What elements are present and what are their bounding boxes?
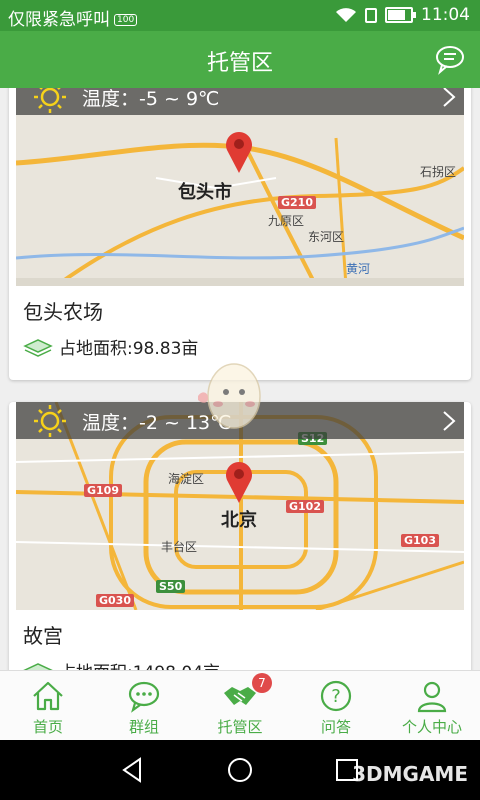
- farm-card[interactable]: 包头市 石拐区 九原区 东河区 黄河 G210 温度：-5 ~ 9℃ 包头农场 …: [9, 88, 471, 380]
- farm-area: 占地面积:98.83亩: [23, 334, 198, 359]
- tab-label: 群组: [128, 718, 159, 736]
- map-district-label: 海淀区: [168, 472, 205, 486]
- chevron-right-icon[interactable]: [442, 410, 456, 432]
- map-city-label: 包头市: [178, 182, 232, 203]
- farm-map[interactable]: 包头市 石拐区 九原区 东河区 黄河 G210 温度：-5 ~ 9℃: [16, 88, 464, 286]
- hd-badge: 100: [114, 14, 138, 26]
- farm-name: 包头农场: [23, 300, 103, 324]
- group-chat-icon: [128, 681, 160, 713]
- farm-area: 占地面积:1498.04亩: [23, 658, 220, 670]
- map-road-shield: G030: [96, 594, 134, 607]
- map-district-label: 九原区: [268, 214, 305, 228]
- tab-label: 托管区: [217, 718, 263, 736]
- sun-icon: [34, 405, 66, 437]
- farm-map[interactable]: 北京 海淀区 丰台区 G109 G102 G103 G030 S50 S12: [16, 402, 464, 610]
- map-road-shield: G109: [84, 484, 122, 497]
- farm-name: 故宫: [23, 624, 63, 648]
- weather-bar: 温度：-5 ~ 9℃: [16, 88, 464, 115]
- clock: 11:04: [421, 5, 470, 25]
- tab-group[interactable]: 群组: [96, 671, 192, 741]
- farm-area-text: 占地面积:98.83亩: [59, 339, 199, 359]
- sim-icon: [365, 7, 377, 23]
- battery-icon: [385, 7, 416, 23]
- home-icon: [33, 681, 63, 711]
- wifi-icon: [336, 8, 356, 22]
- map-road-shield: S50: [156, 580, 186, 593]
- map-pin-icon: [226, 462, 252, 503]
- tab-profile[interactable]: 个人中心: [384, 671, 480, 741]
- map-road-shield: G102: [286, 500, 324, 513]
- status-bar: 仅限紧急呼叫 100 11:04: [0, 0, 480, 31]
- home-circle-icon[interactable]: [225, 755, 255, 785]
- map-river-label: 黄河: [346, 262, 371, 276]
- svg-text:?: ?: [331, 686, 341, 707]
- tab-home[interactable]: 首页: [0, 671, 96, 741]
- map-road-shield: G103: [401, 534, 439, 547]
- map-city-label: 北京: [221, 510, 257, 531]
- back-icon[interactable]: [118, 755, 148, 785]
- layers-icon: [23, 338, 53, 357]
- carrier-label: 仅限紧急呼叫: [8, 10, 110, 30]
- app-header: 托管区: [0, 31, 480, 88]
- watermark-text: 3DMGAME: [352, 762, 468, 786]
- page-title: 托管区: [206, 51, 273, 76]
- layers-icon: [23, 662, 53, 670]
- tab-label: 个人中心: [401, 718, 462, 736]
- mascot-watermark-icon: [198, 363, 261, 429]
- bottom-tab-bar: 首页 群组 7 托管区 ? 问答 个人中心: [0, 670, 480, 741]
- user-icon: [417, 681, 447, 713]
- tab-label: 问答: [320, 718, 351, 736]
- map-roads: [16, 137, 464, 286]
- chevron-right-icon[interactable]: [442, 88, 456, 108]
- tab-qa[interactable]: ? 问答: [288, 671, 384, 741]
- temperature-range: 温度：-5 ~ 9℃: [82, 88, 220, 110]
- map-district-label: 石拐区: [420, 165, 457, 179]
- map-pin-icon: [226, 132, 252, 173]
- question-icon: ?: [320, 680, 352, 712]
- farm-area-text: 占地面积:1498.04亩: [59, 658, 220, 670]
- map-road-shield: G210: [278, 196, 316, 209]
- status-icons: 11:04: [335, 5, 470, 25]
- tab-label: 首页: [32, 718, 63, 736]
- farm-card[interactable]: 北京 海淀区 丰台区 G109 G102 G103 G030 S50 S12: [9, 402, 471, 670]
- map-district-label: 东河区: [308, 230, 345, 244]
- sun-icon: [34, 88, 66, 113]
- carrier-text: 仅限紧急呼叫 100: [8, 5, 138, 30]
- map-district-label: 丰台区: [161, 540, 198, 554]
- notification-badge: 7: [252, 673, 272, 693]
- tab-managed-area[interactable]: 7 托管区: [192, 671, 288, 741]
- chat-icon[interactable]: [434, 43, 466, 75]
